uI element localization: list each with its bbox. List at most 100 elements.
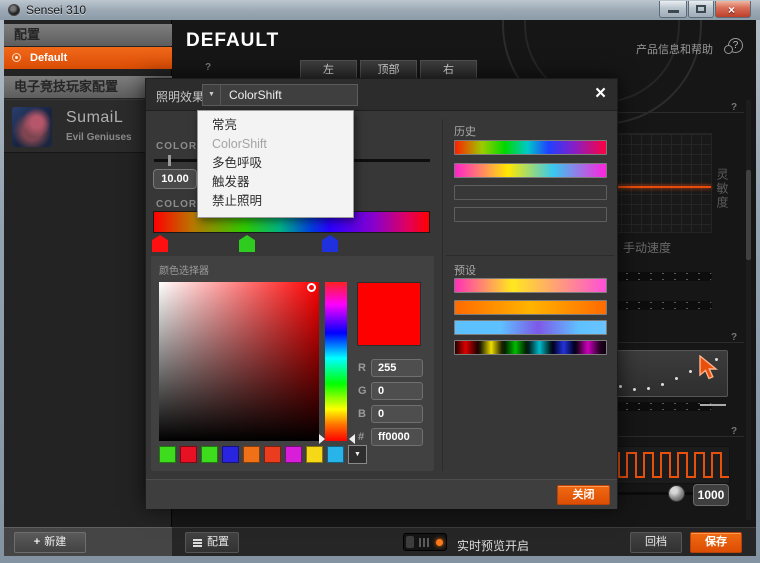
close-icon: ×: [728, 3, 736, 17]
menu-item-steady[interactable]: 常亮: [198, 116, 353, 135]
swatch[interactable]: [222, 446, 239, 463]
config-button[interactable]: 配置: [185, 532, 239, 553]
main-footer: 配置 实时预览开启 回档 保存: [172, 527, 756, 556]
profile-label: Default: [30, 52, 68, 64]
help-bubble-icon[interactable]: ?: [724, 38, 743, 54]
player-name: SumaiL: [66, 109, 124, 126]
selected-color-preview: [357, 282, 421, 346]
hue-handle-right[interactable]: [349, 434, 355, 444]
swatch[interactable]: [159, 446, 176, 463]
history-bar-empty[interactable]: [454, 207, 607, 222]
scrollbar-thumb[interactable]: [746, 170, 751, 260]
history-bar[interactable]: [454, 140, 607, 155]
red-value-input[interactable]: 255: [371, 359, 423, 377]
slider-value-segment: [700, 404, 726, 406]
dialog-title: 照明效果: [156, 90, 205, 104]
minimize-button[interactable]: [659, 1, 687, 18]
color-picker-label: 颜色选择器: [159, 266, 209, 277]
app-window: Sensei 310 × 配置 Default 电子竞技玩家配置 SumaiL …: [0, 0, 760, 563]
swatch[interactable]: [201, 446, 218, 463]
dialog-header: 照明效果 ▼ ColorShift ×: [146, 79, 617, 111]
close-dialog-icon[interactable]: ×: [595, 83, 606, 105]
mouse-view-tabs: 左 顶部 右: [300, 60, 477, 79]
blue-value-input[interactable]: 0: [371, 405, 423, 423]
effect-select-value: ColorShift: [229, 88, 282, 102]
dialog-column-divider: [442, 119, 443, 471]
player-avatar: [12, 107, 52, 147]
preset-bar[interactable]: [454, 300, 607, 315]
swatch[interactable]: [327, 446, 344, 463]
sensitivity-vertical-label: 灵敏度: [715, 168, 729, 210]
list-icon: [193, 539, 202, 541]
plus-icon: +: [33, 536, 41, 548]
chevron-down-icon: ▼: [203, 85, 221, 105]
scrollbar-track[interactable]: [746, 100, 751, 520]
tab-right-view[interactable]: 右: [420, 60, 477, 79]
duration-value-input[interactable]: 10.00: [153, 169, 197, 189]
history-bar[interactable]: [454, 163, 607, 178]
effect-select[interactable]: ▼ ColorShift: [202, 84, 358, 106]
dialog-footer: 关闭: [146, 479, 617, 509]
color-stop-red[interactable]: [152, 235, 168, 252]
help-hint-icon[interactable]: ?: [731, 332, 737, 343]
help-hint-icon[interactable]: ?: [731, 426, 737, 437]
minimize-icon: [668, 10, 679, 13]
preset-bar[interactable]: [454, 340, 607, 355]
new-profile-button[interactable]: + 新建: [14, 532, 86, 553]
sv-selector-ring[interactable]: [307, 283, 316, 292]
green-value-input[interactable]: 0: [371, 382, 423, 400]
history-label: 历史: [454, 126, 476, 138]
sidebar-footer: + 新建: [4, 527, 172, 556]
red-label: R: [358, 362, 366, 374]
manual-speed-label: 手动速度: [623, 241, 672, 255]
color-stop-blue[interactable]: [322, 235, 338, 252]
mouse-cursor: [699, 355, 718, 380]
close-window-button[interactable]: ×: [715, 1, 751, 18]
window-titlebar[interactable]: Sensei 310 ×: [0, 0, 760, 20]
swatch[interactable]: [180, 446, 197, 463]
swatch[interactable]: [243, 446, 260, 463]
toggle-cap: [406, 536, 414, 548]
blue-label: B: [358, 408, 366, 420]
swatch-dropdown-button[interactable]: ▼: [348, 445, 367, 464]
help-hint-icon[interactable]: ?: [731, 102, 737, 113]
help-hint-icon[interactable]: ?: [205, 62, 211, 73]
hex-label: #: [358, 431, 365, 443]
hue-strip[interactable]: [325, 282, 347, 441]
preset-bar[interactable]: [454, 278, 607, 293]
polling-rate-slider-knob[interactable]: [668, 485, 685, 502]
swatch[interactable]: [264, 446, 281, 463]
polling-rate-value[interactable]: 1000: [693, 484, 729, 506]
app-content: 配置 Default 电子竞技玩家配置 SumaiL Evil Geniuses…: [4, 20, 756, 556]
menu-item-trigger[interactable]: 触发器: [198, 173, 353, 192]
pattern-stop-row: [152, 235, 430, 255]
toggle-grip: [419, 538, 421, 547]
menu-item-colorshift[interactable]: ColorShift: [198, 135, 353, 154]
swatch[interactable]: [306, 446, 323, 463]
color-stop-green[interactable]: [239, 235, 255, 252]
history-bar-empty[interactable]: [454, 185, 607, 200]
saturation-value-square[interactable]: [159, 282, 319, 441]
radio-selected-icon: [12, 53, 21, 62]
rollback-button[interactable]: 回档: [630, 532, 682, 553]
close-dialog-button[interactable]: 关闭: [557, 485, 610, 505]
swatch[interactable]: [285, 446, 302, 463]
maximize-button[interactable]: [688, 1, 714, 18]
menu-item-disable-lighting[interactable]: 禁止照明: [198, 192, 353, 211]
preset-bar[interactable]: [454, 320, 607, 335]
green-label: G: [358, 385, 367, 397]
menu-item-multicolor-breathe[interactable]: 多色呼吸: [198, 154, 353, 173]
sidebar-item-default-profile[interactable]: Default: [4, 47, 172, 69]
tab-top-view[interactable]: 顶部: [360, 60, 417, 79]
tab-left-view[interactable]: 左: [300, 60, 357, 79]
save-button[interactable]: 保存: [690, 532, 742, 553]
history-presets-divider: [446, 255, 614, 256]
window-title: Sensei 310: [26, 3, 87, 17]
duration-slider-handle[interactable]: [168, 155, 171, 166]
app-icon: [8, 4, 20, 16]
hex-value-input[interactable]: ff0000: [371, 428, 423, 446]
sidebar-config-header: 配置: [4, 24, 172, 46]
hue-handle-left[interactable]: [319, 434, 325, 444]
live-preview-toggle[interactable]: [403, 533, 447, 551]
product-info-help-link[interactable]: 产品信息和帮助: [636, 41, 713, 57]
